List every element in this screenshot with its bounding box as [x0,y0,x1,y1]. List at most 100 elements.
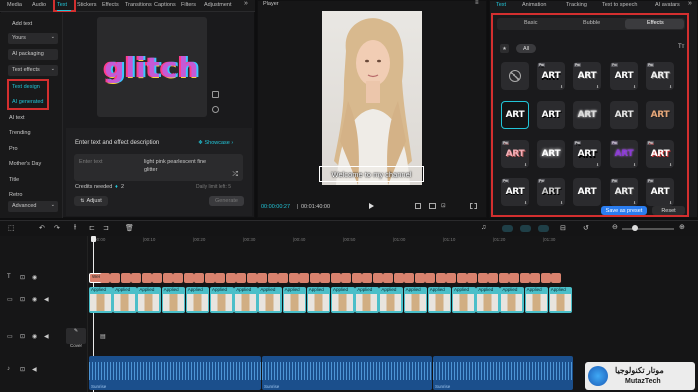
effect-tile[interactable]: ART [646,101,674,129]
ratio-label[interactable]: ⊡ [441,203,446,209]
more-icon[interactable]: » [688,0,692,7]
text-clip[interactable] [267,273,278,283]
more-icon[interactable]: » [244,0,248,7]
video-clip[interactable]: Applied [258,287,282,313]
text-clip[interactable] [288,273,299,283]
text-clip[interactable] [435,273,446,283]
right-tab-tracking[interactable]: Tracking [566,2,587,8]
video-clip[interactable]: Applied [89,287,113,313]
tab-effects[interactable]: Effects [102,2,119,8]
text-clip[interactable] [477,273,488,283]
playhead-handle[interactable] [91,236,96,242]
effect-tile[interactable]: ART [537,140,565,168]
link-toggle[interactable] [520,225,531,232]
sidebar-item-ai-generated[interactable]: AI generated [12,99,44,105]
right-tab-text-to-speech[interactable]: Text to speech [602,2,637,8]
text-clip[interactable] [131,273,141,283]
text-clip[interactable] [110,273,120,283]
text-clip[interactable] [141,273,152,283]
save-preset-button[interactable]: Save as preset [601,206,647,215]
text-clip[interactable] [320,273,330,283]
style-tab-bubble[interactable]: Bubble [583,20,600,26]
showcase-link[interactable]: ❖ Showcase › [198,140,233,146]
text-clip[interactable] [183,273,194,283]
text-clip[interactable] [383,273,393,283]
no-effect-tile[interactable] [501,62,529,90]
lock-icon[interactable]: ⊡ [20,296,25,303]
text-clip[interactable] [257,273,267,283]
magnet-toggle[interactable] [502,225,513,232]
sidebar-item-mothers-day[interactable]: Mother's Day [9,161,41,167]
text-clip[interactable] [173,273,183,283]
sidebar-item-text-design[interactable]: Text design [12,84,40,90]
audio-clip[interactable]: Sunrise [433,356,573,390]
sidebar-item-trending[interactable]: Trending [9,130,31,136]
audio-clip[interactable]: Sunrise [89,356,261,390]
video-clip[interactable]: Applied [476,287,500,313]
video-clip[interactable]: Applied [210,287,234,313]
video-clip[interactable]: Applied [403,287,428,313]
adjust-button[interactable]: ⇅ Adjust [74,196,108,206]
fullscreen-icon[interactable] [470,203,477,209]
sidebar-item-ai-packaging[interactable]: AI packaging [8,49,58,60]
video-clip[interactable]: Applied [379,287,403,313]
eye-icon[interactable]: ◉ [32,274,37,281]
eye-icon[interactable]: ◉ [32,296,37,303]
style-tab-effects[interactable]: Effects [647,20,664,26]
copy-icon[interactable] [212,91,219,98]
crop-icon[interactable] [415,203,421,209]
text-clip[interactable] [225,273,236,283]
undo-icon[interactable]: ↶ [39,224,45,232]
effect-tile[interactable]: ART Pro ⬇ [646,62,674,90]
video-clip[interactable]: Applied [161,287,186,313]
eye-icon[interactable]: ◉ [32,333,37,340]
split-left-icon[interactable]: ⊏ [89,224,95,232]
effect-tile[interactable]: ART Pro ⬇ [573,62,601,90]
text-clip[interactable] [299,273,309,283]
effect-tile[interactable]: ART Pro ⬇ [537,178,565,206]
effect-tile[interactable]: ART [573,101,601,129]
split-icon[interactable]: ⫲ [74,224,76,232]
tab-transitions[interactable]: Transitions [125,2,152,8]
text-clip[interactable] [204,273,215,283]
text-clip[interactable] [446,273,456,283]
audio-clip[interactable]: Sunrise [262,356,432,390]
effect-tile[interactable]: ART Pro ⬇ [646,140,674,168]
favorites-icon[interactable]: ★ [500,44,509,53]
lock-icon[interactable]: ⊡ [20,274,25,281]
effect-tile[interactable]: ART Pro ⬇ [537,62,565,90]
text-clip[interactable] [519,273,530,283]
text-clip[interactable] [362,273,372,283]
cover-button[interactable]: ✎ Cover [66,328,86,348]
split-right-icon[interactable]: ⊐ [103,224,109,232]
zoom-in-icon[interactable]: ⊕ [679,223,685,231]
advanced-dropdown[interactable]: Advanced ⌄ [8,201,58,212]
reset-button[interactable]: Reset [652,206,685,215]
right-tab-animation[interactable]: Animation [522,2,546,8]
effect-tile[interactable]: ART Pro ⬇ [610,140,638,168]
text-clip[interactable] [530,273,540,283]
text-clip[interactable] [540,273,551,283]
sidebar-item-text-effects[interactable]: Text effects ⌄ [8,65,58,76]
text-clip[interactable] [120,273,131,283]
text-clip[interactable] [351,273,362,283]
play-icon[interactable] [369,203,374,209]
tab-stickers[interactable]: Stickers [77,2,97,8]
effect-tile[interactable]: ART Pro ⬇ [646,178,674,206]
effect-tile[interactable]: ART Pro ⬇ [501,140,529,168]
text-clip[interactable] [372,273,383,283]
video-clip[interactable]: Applied [427,287,452,313]
sidebar-item-retro[interactable]: Retro [9,192,22,198]
speaker-icon[interactable]: ◀ [44,333,49,340]
video-clip[interactable]: Applied [306,287,331,313]
fit-icon[interactable] [429,203,436,209]
effect-tile[interactable]: ART Pro ⬇ [501,178,529,206]
text-clip[interactable] [488,273,498,283]
text-clip[interactable] [509,273,519,283]
effect-tile[interactable]: ART Pro ⬇ [610,178,638,206]
effect-tile[interactable]: ART [573,178,601,206]
text-clip[interactable] [236,273,246,283]
shuffle-icon[interactable]: ⤮ [232,171,238,179]
microphone-icon[interactable]: ♫ [481,224,486,231]
text-clip[interactable] [278,273,288,283]
